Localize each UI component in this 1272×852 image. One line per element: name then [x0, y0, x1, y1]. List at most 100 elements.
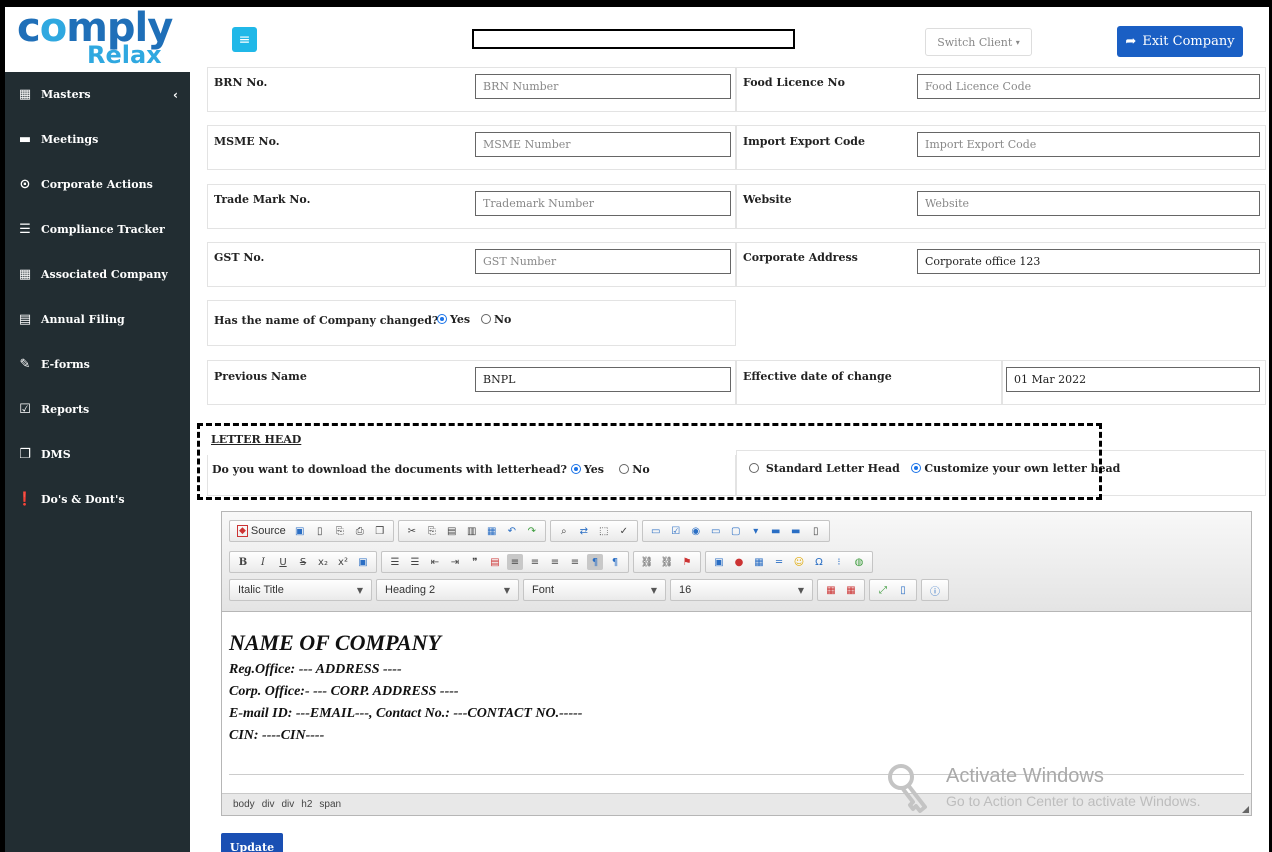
- font-combo[interactable]: Font ▼: [523, 579, 666, 601]
- div-icon[interactable]: ▤: [487, 554, 503, 570]
- paste-text-icon[interactable]: ▥: [464, 523, 480, 539]
- website-input[interactable]: Website: [917, 191, 1260, 216]
- editor-content[interactable]: NAME OF COMPANY Reg.Office: --- ADDRESS …: [229, 630, 1244, 750]
- print-icon[interactable]: ⎙: [352, 523, 368, 539]
- underline-icon[interactable]: U: [275, 554, 291, 570]
- superscript-icon[interactable]: x²: [335, 554, 351, 570]
- food-licence-input[interactable]: Food Licence Code: [917, 74, 1260, 99]
- ltr-icon[interactable]: ¶: [587, 554, 603, 570]
- select-all-icon[interactable]: ⬚: [596, 523, 612, 539]
- textarea-icon[interactable]: ▢: [728, 523, 744, 539]
- path-item[interactable]: h2: [301, 799, 312, 810]
- path-item[interactable]: span: [319, 799, 341, 810]
- exit-company-button[interactable]: ➦ Exit Company: [1117, 26, 1243, 57]
- sidebar-item-masters[interactable]: ▦ Masters ‹: [5, 72, 190, 117]
- preview-icon[interactable]: ⎘: [332, 523, 348, 539]
- format-combo[interactable]: Heading 2 ▼: [376, 579, 519, 601]
- outdent-icon[interactable]: ⇤: [427, 554, 443, 570]
- styles-combo[interactable]: Italic Title ▼: [229, 579, 372, 601]
- previous-name-input[interactable]: BNPL: [475, 367, 731, 392]
- copy-icon[interactable]: ⎘: [424, 523, 440, 539]
- path-item[interactable]: div: [281, 799, 294, 810]
- paste-word-icon[interactable]: ▦: [484, 523, 500, 539]
- smiley-icon[interactable]: ☺: [791, 554, 807, 570]
- subscript-icon[interactable]: x₂: [315, 554, 331, 570]
- about-icon[interactable]: ⓘ: [927, 582, 943, 598]
- hidden-field-icon[interactable]: ▯: [808, 523, 824, 539]
- radio-icon[interactable]: ◉: [688, 523, 704, 539]
- msme-input[interactable]: MSME Number: [475, 132, 731, 157]
- resize-handle-icon[interactable]: [1242, 806, 1249, 813]
- brn-input[interactable]: BRN Number: [475, 74, 731, 99]
- sidebar-item-dms[interactable]: ❐ DMS: [5, 432, 190, 477]
- bold-icon[interactable]: B: [235, 554, 251, 570]
- source-button[interactable]: ◆ Source: [233, 525, 290, 537]
- sidebar-item-e-forms[interactable]: ✎ E-forms: [5, 342, 190, 387]
- checkbox-icon[interactable]: ☑: [668, 523, 684, 539]
- align-right-icon[interactable]: ≡: [547, 554, 563, 570]
- link-icon[interactable]: ⛓: [639, 554, 655, 570]
- name-changed-yes-option[interactable]: Yes: [437, 313, 470, 326]
- replace-icon[interactable]: ⇄: [576, 523, 592, 539]
- show-blocks-icon[interactable]: ▯: [895, 582, 911, 598]
- image-icon[interactable]: ▣: [711, 554, 727, 570]
- align-justify-icon[interactable]: ≡: [567, 554, 583, 570]
- background-color-icon[interactable]: ▦: [843, 582, 859, 598]
- font-size-combo[interactable]: 16 ▼: [670, 579, 813, 601]
- path-item[interactable]: div: [262, 799, 275, 810]
- remove-format-icon[interactable]: ▣: [355, 554, 371, 570]
- horizontal-line-icon[interactable]: ═: [771, 554, 787, 570]
- page-break-icon[interactable]: ⁝: [831, 554, 847, 570]
- form-icon[interactable]: ▭: [648, 523, 664, 539]
- align-center-icon[interactable]: ≡: [527, 554, 543, 570]
- select-icon[interactable]: ▾: [748, 523, 764, 539]
- indent-icon[interactable]: ⇥: [447, 554, 463, 570]
- sidebar-toggle-button[interactable]: ≡: [232, 27, 257, 52]
- iframe-icon[interactable]: ◍: [851, 554, 867, 570]
- special-char-icon[interactable]: Ω: [811, 554, 827, 570]
- sidebar-item-compliance-tracker[interactable]: ☰ Compliance Tracker: [5, 207, 190, 252]
- cut-icon[interactable]: ✂: [404, 523, 420, 539]
- textfield-icon[interactable]: ▭: [708, 523, 724, 539]
- trademark-input[interactable]: Trademark Number: [475, 191, 731, 216]
- sidebar-item-annual-filing[interactable]: ▤ Annual Filing: [5, 297, 190, 342]
- button-icon[interactable]: ▬: [768, 523, 784, 539]
- name-changed-yes-radio[interactable]: [437, 314, 447, 324]
- sidebar-item-dos-donts[interactable]: ❗ Do's & Dont's: [5, 477, 190, 522]
- paste-icon[interactable]: ▤: [444, 523, 460, 539]
- name-changed-no-option[interactable]: No: [481, 313, 511, 326]
- find-icon[interactable]: ⌕: [556, 523, 572, 539]
- redo-icon[interactable]: ↷: [524, 523, 540, 539]
- sidebar-item-meetings[interactable]: ▬ Meetings: [5, 117, 190, 162]
- strike-icon[interactable]: S: [295, 554, 311, 570]
- iec-input[interactable]: Import Export Code: [917, 132, 1260, 157]
- align-left-icon[interactable]: ≡: [507, 554, 523, 570]
- table-icon[interactable]: ▦: [751, 554, 767, 570]
- image-button-icon[interactable]: ▬: [788, 523, 804, 539]
- anchor-icon[interactable]: ⚑: [679, 554, 695, 570]
- spellcheck-icon[interactable]: ✓: [616, 523, 632, 539]
- path-item[interactable]: body: [233, 799, 255, 810]
- templates-icon[interactable]: ❒: [372, 523, 388, 539]
- save-icon[interactable]: ▣: [292, 523, 308, 539]
- undo-icon[interactable]: ↶: [504, 523, 520, 539]
- corporate-address-input[interactable]: Corporate office 123: [917, 249, 1260, 274]
- bulleted-list-icon[interactable]: ☰: [407, 554, 423, 570]
- text-color-icon[interactable]: ▦: [823, 582, 839, 598]
- new-page-icon[interactable]: ▯: [312, 523, 328, 539]
- flash-icon[interactable]: ●: [731, 554, 747, 570]
- unlink-icon[interactable]: ⛓: [659, 554, 675, 570]
- italic-icon[interactable]: I: [255, 554, 271, 570]
- numbered-list-icon[interactable]: ☰: [387, 554, 403, 570]
- sidebar-item-reports[interactable]: ☑ Reports: [5, 387, 190, 432]
- sidebar-item-corporate-actions[interactable]: ⊙ Corporate Actions: [5, 162, 190, 207]
- logo[interactable]: comply Relax: [5, 5, 190, 72]
- update-button[interactable]: Update: [221, 833, 283, 852]
- rtl-icon[interactable]: ¶: [607, 554, 623, 570]
- gst-input[interactable]: GST Number: [475, 249, 731, 274]
- sidebar-item-associated-company[interactable]: ▦ Associated Company: [5, 252, 190, 297]
- switch-client-dropdown[interactable]: Switch Client ▾: [925, 28, 1032, 56]
- blockquote-icon[interactable]: ❞: [467, 554, 483, 570]
- maximize-icon[interactable]: ⤢: [875, 582, 891, 598]
- effective-date-input[interactable]: 01 Mar 2022: [1006, 367, 1260, 392]
